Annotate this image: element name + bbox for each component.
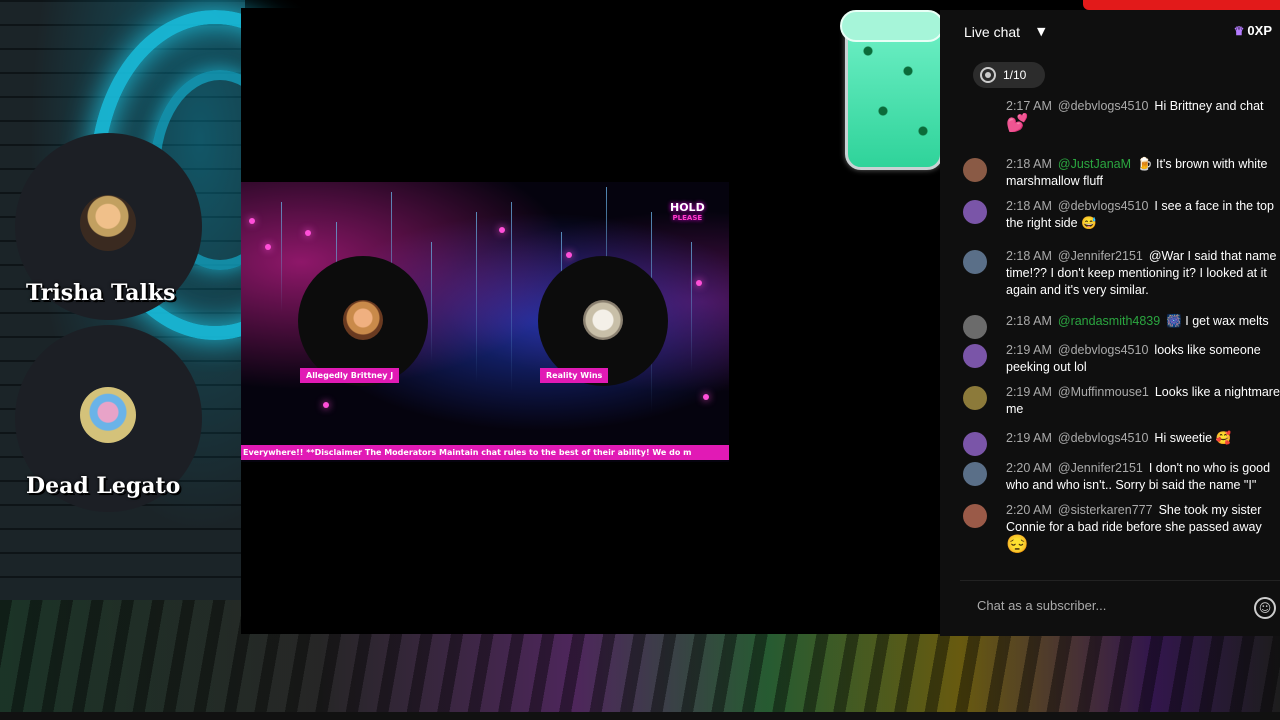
message-author[interactable]: @randasmith4839 xyxy=(1058,314,1160,328)
avatar xyxy=(80,387,136,443)
message-text-line2: time!?? I don't keep mentioning it? I lo… xyxy=(1006,266,1267,280)
xp-value: 0XP xyxy=(1247,23,1272,38)
message-text-line3: 😔 xyxy=(1006,534,1029,553)
ticker-banner: Everywhere!! **Disclaimer The Moderators… xyxy=(241,445,729,460)
mug-foam xyxy=(840,10,944,42)
live-chat-dropdown[interactable]: Live chat xyxy=(964,24,1020,40)
message-author[interactable]: @debvlogs4510 xyxy=(1058,99,1149,113)
host-name: Trisha Talks xyxy=(26,280,176,306)
message-time: 2:18 AM xyxy=(1006,314,1052,328)
message-author[interactable]: @JustJanaM xyxy=(1058,157,1131,171)
message-body: 2:18 AM @Jennifer2151 @War I said that nam… xyxy=(1006,248,1280,299)
bottom-strip xyxy=(0,712,1280,720)
message-body: 2:19 AM @debvlogs4510 Hi sweetie 🥰 xyxy=(1006,430,1280,447)
goal-value: 1/10 xyxy=(1003,68,1027,82)
message-body: 2:19 AM @Muffinmouse1 Looks like a nightma… xyxy=(1006,384,1280,418)
avatar[interactable] xyxy=(963,158,987,182)
message-author[interactable]: @Muffinmouse1 xyxy=(1058,385,1149,399)
message-time: 2:18 AM xyxy=(1006,249,1052,263)
message-author[interactable]: @sisterkaren777 xyxy=(1058,503,1153,517)
message-time: 2:19 AM xyxy=(1006,431,1052,445)
message-text: 🎆 I get wax melts xyxy=(1166,314,1269,328)
message-time: 2:18 AM xyxy=(1006,157,1052,171)
message-time: 2:17 AM xyxy=(1006,99,1052,113)
crown-icon: ♛ xyxy=(1233,24,1245,38)
message-body: 2:20 AM @sisterkaren777 She took my sister… xyxy=(1006,502,1280,553)
guest-tile-1 xyxy=(298,256,428,386)
message-text-line2: who and who isn't.. Sorry bi said the na… xyxy=(1006,478,1257,492)
message-text-line2: marshmallow fluff xyxy=(1006,174,1104,188)
message-text: looks like someone xyxy=(1154,343,1261,357)
message-author[interactable]: @debvlogs4510 xyxy=(1058,431,1149,445)
message-author[interactable]: @debvlogs4510 xyxy=(1058,343,1149,357)
guest-tile-2 xyxy=(538,256,668,386)
message-text: She took my sister xyxy=(1158,503,1262,517)
message-text: 🍺 It's brown with white xyxy=(1137,157,1268,171)
chat-header: Live chat ▼ ♛ 0XP xyxy=(940,10,1280,55)
target-icon xyxy=(980,67,996,83)
message-author[interactable]: @Jennifer2151 xyxy=(1058,461,1143,475)
xp-counter[interactable]: ♛ 0XP xyxy=(1234,23,1272,38)
host-name: Dead Legato xyxy=(26,473,181,499)
message-time: 2:20 AM xyxy=(1006,503,1052,517)
message-text-line2: me xyxy=(1006,402,1024,416)
avatar[interactable] xyxy=(963,462,987,486)
chat-input[interactable]: Chat as a subscriber... xyxy=(977,598,1106,613)
message-time: 2:20 AM xyxy=(1006,461,1052,475)
message-text-line2: 💕 xyxy=(1006,113,1029,132)
message-text: Hi sweetie 🥰 xyxy=(1154,431,1232,445)
message-body: 2:18 AM @randasmith4839 🎆 I get wax melts xyxy=(1006,313,1280,330)
goal-pill[interactable]: 1/10 xyxy=(973,62,1045,88)
avatar xyxy=(80,195,136,251)
message-text-line2: peeking out lol xyxy=(1006,360,1087,374)
message-author[interactable]: @debvlogs4510 xyxy=(1058,199,1149,213)
message-body: 2:20 AM @Jennifer2151 I don't no who is go… xyxy=(1006,460,1280,494)
message-text: @War I said that name xyxy=(1148,249,1277,263)
emoji-icon[interactable]: ☺ xyxy=(1254,597,1276,619)
message-body: 2:19 AM @debvlogs4510 looks like someone p… xyxy=(1006,342,1280,376)
message-text: I don't no who is good xyxy=(1148,461,1271,475)
please-text: PLEASE xyxy=(672,214,703,222)
message-time: 2:18 AM xyxy=(1006,199,1052,213)
avatar[interactable] xyxy=(963,504,987,528)
guest-label: Reality Wins xyxy=(540,368,609,383)
message-text: Looks like a nightmare xyxy=(1154,385,1280,399)
message-text-line2: the right side 😅 xyxy=(1006,216,1097,230)
avatar[interactable] xyxy=(963,386,987,410)
message-body: 2:18 AM @JustJanaM 🍺 It's brown with white… xyxy=(1006,156,1280,190)
avatar xyxy=(583,300,623,340)
live-chat-panel: Live chat ▼ ♛ 0XP 1/10 2:17 AM @debvlogs45… xyxy=(940,10,1280,636)
message-time: 2:19 AM xyxy=(1006,343,1052,357)
avatar[interactable] xyxy=(963,200,987,224)
message-body: 2:17 AM @debvlogs4510 Hi Brittney and chat… xyxy=(1006,98,1280,132)
avatar[interactable] xyxy=(963,250,987,274)
chevron-down-icon[interactable]: ▼ xyxy=(1037,25,1045,38)
message-text-line3: again and it's very similar. xyxy=(1006,283,1149,297)
message-body: 2:18 AM @debvlogs4510 I see a face in the … xyxy=(1006,198,1280,232)
hold-text: HOLD xyxy=(670,201,705,214)
guest-label: Allegedly Brittney J xyxy=(300,368,400,383)
message-author[interactable]: @Jennifer2151 xyxy=(1058,249,1143,263)
message-time: 2:19 AM xyxy=(1006,385,1052,399)
message-text-line2: Connie for a bad ride before she passed … xyxy=(1006,520,1262,534)
avatar xyxy=(343,300,383,340)
avatar[interactable] xyxy=(963,315,987,339)
live-indicator-bar xyxy=(1083,0,1280,10)
message-text: Hi Brittney and chat xyxy=(1154,99,1264,113)
divider xyxy=(960,580,1280,581)
message-text: I see a face in the top xyxy=(1154,199,1274,213)
avatar[interactable] xyxy=(963,432,987,456)
hold-please-badge: HOLD PLEASE xyxy=(670,201,705,223)
avatar[interactable] xyxy=(963,344,987,368)
